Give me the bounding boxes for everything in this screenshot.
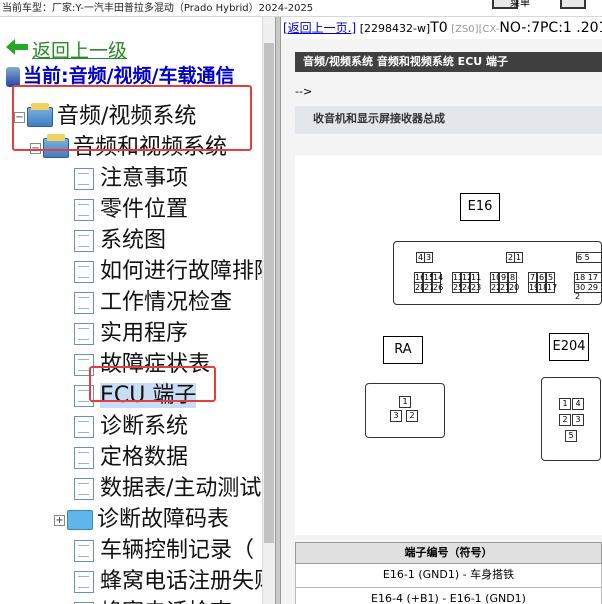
e16-pin: 3 [424, 252, 433, 263]
document-header: [返回上一页.] [2298432-w]T0 [ZS0][CX-NO-:7PC:… [281, 17, 602, 39]
tree-item[interactable]: 工作情况检查 [74, 288, 232, 319]
e16-pin: 27 [423, 282, 435, 293]
highlight-box-ecu [89, 366, 216, 402]
highlight-box-system [12, 85, 252, 151]
document-icon [74, 571, 94, 593]
tree-item[interactable]: 定格数据 [74, 443, 188, 474]
tree-item[interactable]: + 诊断故障码表 [54, 505, 229, 536]
e16-pin: 24 [461, 282, 473, 293]
doc-gray-code: [ZS0][CX- [451, 24, 500, 35]
table-row: E16-4 (+B1) - E16-1 (GND1) [295, 588, 602, 604]
ra-pin: 2 [406, 410, 418, 422]
arrow-text: --> [295, 85, 313, 98]
e16-pin: 20 [508, 282, 520, 293]
tree-item[interactable]: 系统图 [74, 226, 166, 257]
window-icon[interactable] [560, 0, 586, 9]
connector-diagram: E16 4321 16 15 14 13 12 11 10 9 8 7 6 5 28 27 26 25 24 23… [295, 155, 602, 535]
tree-item-label: 如何进行故障排除 [100, 259, 262, 284]
e16-label: E16 [460, 193, 500, 221]
tree-item[interactable]: 蜂窝电话检查 [74, 598, 232, 604]
document-icon [74, 416, 94, 438]
e16-pin: 21 [499, 282, 511, 293]
tree-item[interactable]: 蜂窝电话注册失败 [74, 567, 262, 598]
ra-label: RA [383, 336, 423, 364]
ra-pin: 1 [399, 396, 411, 408]
doc-t: T0 [430, 20, 448, 36]
left-scrollbar[interactable] [262, 17, 275, 604]
e204-pin: 3 [572, 414, 584, 426]
doc-code: [2298432-w] [359, 22, 431, 35]
e16-right-top: 6 5 [576, 252, 602, 263]
document-icon [74, 292, 94, 314]
e16-pin: 23 [470, 282, 482, 293]
vehicle-label: 当前车型：厂家:Y-一汽丰田普拉多混动（Prado Hybrid）2024-20… [2, 3, 314, 14]
e16-pin: 18 [537, 282, 549, 293]
document-icon [74, 261, 94, 283]
tree-item-label: 数据表/主动测试 [100, 476, 262, 501]
document-icon [74, 478, 94, 500]
tree-item-label: 诊断系统 [100, 414, 189, 439]
table-header: 端子编号（符号） [295, 542, 602, 564]
document-panel: [返回上一页.] [2298432-w]T0 [ZS0][CX-NO-:7PC:… [281, 17, 602, 604]
menu-button[interactable]: 菜单 [510, 0, 530, 11]
tree-item[interactable]: 车辆控制记录（ [74, 536, 254, 567]
e16-pin: 19 [528, 282, 540, 293]
ra-connector: 1 32 [365, 383, 445, 438]
e16-pin: 26 [432, 282, 444, 293]
ra-pin: 3 [390, 410, 402, 422]
tree-item-label: 蜂窝电话检查 [100, 600, 232, 604]
e16-pin: 1 [514, 252, 523, 263]
terminal-table: 端子编号（符号） E16-1 (GND1) - 车身搭铁 E16-4 (+B1)… [295, 542, 602, 604]
back-link[interactable]: 返回上一级 [32, 36, 127, 63]
table-row: E16-1 (GND1) - 车身搭铁 [295, 564, 602, 588]
e204-pin: 2 [559, 414, 571, 426]
e16-pin: 22 [490, 282, 502, 293]
tree-item-label: 系统图 [100, 228, 167, 253]
tree-item[interactable]: 零件位置 [74, 195, 188, 226]
document-icon [74, 230, 94, 252]
e16-right-row2: 30 29 2 [574, 282, 602, 301]
tree-item-label: 注意事项 [100, 166, 189, 191]
current-label: 当前:音频/视频/车载通信 [23, 65, 235, 87]
e204-pin: 5 [565, 430, 577, 442]
tree-item-label: 定格数据 [100, 445, 189, 470]
tree-item[interactable]: 实用程序 [74, 319, 188, 350]
back-page-link[interactable]: [返回上一页.] [283, 21, 356, 35]
document-title: 音频/视频系统 音频和视频系统 ECU 端子 [295, 52, 602, 72]
tree-item-label: 车辆控制记录（ [100, 538, 255, 563]
tree-item-label: 诊断故障码表 [97, 507, 230, 532]
tree-item-label: 工作情况检查 [100, 290, 233, 315]
folder-icon [67, 510, 93, 530]
e204-pin: 1 [559, 398, 571, 410]
e204-pin: 4 [572, 398, 584, 410]
e204-label: E204 [549, 333, 589, 361]
scrollbar-thumb[interactable] [264, 43, 274, 543]
doc-number: NO-:7PC:1 .201 [499, 20, 602, 36]
tree-item[interactable]: 如何进行故障排除 [74, 257, 262, 288]
document-icon [74, 447, 94, 469]
e16-pin: 28 [414, 282, 426, 293]
document-icon [74, 168, 94, 190]
section-subtitle: 收音机和显示屏接收器总成 [295, 106, 602, 134]
navigation-tree-panel: 返回上一级 当前:音频/视频/车载通信 − 音频/视频系统 − 音频和视频系统 注意事项… [0, 17, 262, 604]
tree-item-label: 零件位置 [100, 197, 189, 222]
e16-pin: 25 [452, 282, 464, 293]
tree-item[interactable]: 注意事项 [74, 164, 188, 195]
tree-item-label: 蜂窝电话注册失败 [100, 569, 262, 594]
e16-connector: 4321 16 15 14 13 12 11 10 9 8 7 6 5 28 27 26 25 24 23 22 21… [393, 241, 602, 305]
current-path: 当前:音频/视频/车载通信 [6, 61, 234, 88]
document-icon [74, 199, 94, 221]
e204-connector: 1423 5 [541, 377, 601, 461]
document-icon [74, 540, 94, 562]
back-arrow-icon[interactable] [6, 39, 28, 55]
e16-pin: 17 [546, 282, 558, 293]
expand-icon[interactable]: + [54, 514, 65, 526]
tree-item-label: 实用程序 [100, 321, 189, 346]
current-icon [6, 66, 20, 87]
document-icon [74, 323, 94, 345]
tree-item[interactable]: 诊断系统 [74, 412, 188, 443]
tree-item[interactable]: 数据表/主动测试 [74, 474, 261, 505]
